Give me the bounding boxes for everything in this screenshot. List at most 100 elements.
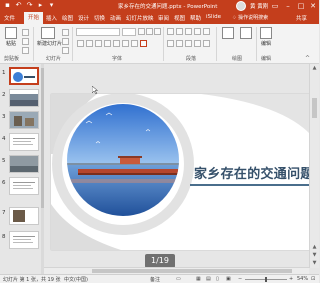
- thumbnail-slide-5[interactable]: [9, 155, 39, 173]
- char-spacing-icon[interactable]: [122, 40, 129, 47]
- tab-insert[interactable]: 插入: [46, 14, 57, 22]
- reset-icon[interactable]: [62, 38, 69, 45]
- section-icon[interactable]: [62, 47, 69, 54]
- zoom-out-icon[interactable]: −: [238, 276, 242, 282]
- font-size-select[interactable]: [122, 28, 136, 36]
- tab-file[interactable]: 文件: [4, 14, 15, 22]
- save-icon[interactable]: ▪: [4, 2, 11, 9]
- new-slide-label: 新建幻灯片: [37, 41, 63, 47]
- paste-button[interactable]: 粘贴: [3, 27, 19, 47]
- thumbnail-number: 5: [2, 158, 6, 164]
- normal-view-icon[interactable]: ▦: [196, 276, 201, 282]
- tab-slideshow[interactable]: 幻灯片放映: [126, 14, 154, 22]
- divider: [72, 27, 73, 61]
- language-status[interactable]: 中文(中国): [64, 276, 88, 283]
- horizontal-scrollbar[interactable]: [44, 267, 309, 274]
- status-bar: 幻灯片 第 1 张，共 19 张 中文(中国) 备注 ▭ ▦ ▤ ▯ ▣ − +…: [0, 274, 319, 283]
- fit-slide-icon[interactable]: ⊡: [311, 276, 315, 282]
- align-center-icon[interactable]: [176, 40, 183, 47]
- close-icon[interactable]: ✕: [306, 0, 320, 12]
- quick-access-toolbar: ▪ ↶ ↷ ▸ ▾: [4, 2, 55, 9]
- comments-icon[interactable]: ▭: [176, 276, 181, 282]
- editing-button[interactable]: 编辑: [258, 27, 274, 47]
- font-family-select[interactable]: [76, 28, 120, 36]
- slide-sorter-icon[interactable]: ▤: [206, 276, 211, 282]
- columns-icon[interactable]: [203, 40, 210, 47]
- slide-page-indicator: 1/19: [145, 254, 175, 268]
- vertical-scrollbar[interactable]: ▲ ▲ ▼ ▼: [309, 64, 319, 268]
- thumbnail-slide-4[interactable]: [9, 133, 39, 151]
- thumbnail-slide-8[interactable]: [9, 231, 39, 249]
- format-painter-icon[interactable]: [22, 47, 29, 54]
- minimize-icon[interactable]: –: [281, 0, 295, 12]
- collapse-ribbon-icon[interactable]: ^: [305, 55, 310, 62]
- share-button[interactable]: 共享: [296, 14, 307, 22]
- scroll-up-icon[interactable]: ▲: [311, 65, 318, 72]
- scroll-up-page-icon[interactable]: ▲: [311, 244, 318, 251]
- tab-review[interactable]: 审阅: [158, 14, 169, 22]
- tab-transitions[interactable]: 切换: [94, 14, 105, 22]
- thumbnail-slide-3[interactable]: [9, 111, 39, 129]
- font-color-icon[interactable]: [140, 40, 147, 47]
- increase-indent-icon[interactable]: [194, 28, 201, 35]
- clear-format-icon[interactable]: [154, 28, 161, 35]
- scrollbar-thumb[interactable]: [92, 269, 292, 273]
- cut-icon[interactable]: [22, 29, 29, 36]
- ribbon-display-options-icon[interactable]: ▭: [268, 0, 282, 12]
- avatar[interactable]: [236, 1, 246, 11]
- italic-icon[interactable]: [86, 40, 93, 47]
- group-clipboard: 剪贴板: [4, 56, 20, 62]
- layout-icon[interactable]: [62, 29, 69, 36]
- undo-icon[interactable]: ↶: [15, 2, 22, 9]
- new-slide-button[interactable]: 新建幻灯片: [37, 27, 63, 47]
- group-editing: 编辑: [261, 56, 272, 62]
- tab-islide[interactable]: iSlide: [206, 14, 221, 20]
- tell-me-search[interactable]: ♢ 操作说明搜索: [232, 14, 268, 21]
- tab-view[interactable]: 视图: [174, 14, 185, 22]
- slide-title[interactable]: 家乡存在的交通问题: [194, 163, 314, 182]
- justify-icon[interactable]: [194, 40, 201, 47]
- scroll-down-icon[interactable]: ▼: [311, 260, 318, 267]
- arrange-button[interactable]: [238, 27, 254, 39]
- shadow-icon[interactable]: [104, 40, 111, 47]
- numbering-icon[interactable]: [176, 28, 183, 35]
- notes-button[interactable]: 备注: [150, 276, 160, 283]
- user-name[interactable]: 黄 黄刚: [250, 2, 268, 10]
- tab-draw[interactable]: 绘图: [62, 14, 73, 22]
- strikethrough-icon[interactable]: [113, 40, 120, 47]
- slideshow-icon[interactable]: ▣: [226, 276, 231, 282]
- customize-icon[interactable]: ▾: [48, 2, 55, 9]
- line-spacing-icon[interactable]: [203, 28, 210, 35]
- scroll-down-page-icon[interactable]: ▼: [311, 252, 318, 259]
- tab-home[interactable]: 开始: [24, 12, 44, 24]
- underline-icon[interactable]: [95, 40, 102, 47]
- zoom-in-icon[interactable]: +: [289, 276, 293, 282]
- reading-view-icon[interactable]: ▯: [216, 276, 219, 282]
- decrease-font-icon[interactable]: [146, 28, 153, 35]
- bold-icon[interactable]: [77, 40, 84, 47]
- zoom-slider-handle[interactable]: [265, 277, 267, 282]
- redo-icon[interactable]: ↷: [26, 2, 33, 9]
- bullets-icon[interactable]: [167, 28, 174, 35]
- shapes-button[interactable]: [220, 27, 236, 39]
- tab-help[interactable]: 帮助: [190, 14, 201, 22]
- thumbnail-slide-7[interactable]: [9, 207, 39, 225]
- tab-animations[interactable]: 动画: [110, 14, 121, 22]
- scrollbar-thumb[interactable]: [312, 98, 317, 118]
- start-from-beginning-icon[interactable]: ▸: [37, 2, 44, 9]
- thumbnail-slide-2[interactable]: [9, 89, 39, 107]
- thumbnail-slide-1[interactable]: [9, 67, 39, 85]
- zoom-level[interactable]: 54%: [297, 276, 308, 282]
- thumbnail-image: [13, 236, 35, 243]
- decrease-indent-icon[interactable]: [185, 28, 192, 35]
- slide-thumbnail-pane: 1 2 3 4 5 6 7 8: [0, 64, 44, 274]
- tab-design[interactable]: 设计: [78, 14, 89, 22]
- increase-font-icon[interactable]: [138, 28, 145, 35]
- align-left-icon[interactable]: [167, 40, 174, 47]
- align-right-icon[interactable]: [185, 40, 192, 47]
- thumbnail-slide-6[interactable]: [9, 177, 39, 195]
- thumbnail-image: [13, 138, 35, 145]
- copy-icon[interactable]: [22, 38, 29, 45]
- change-case-icon[interactable]: [131, 40, 138, 47]
- editing-label: 编辑: [260, 41, 271, 47]
